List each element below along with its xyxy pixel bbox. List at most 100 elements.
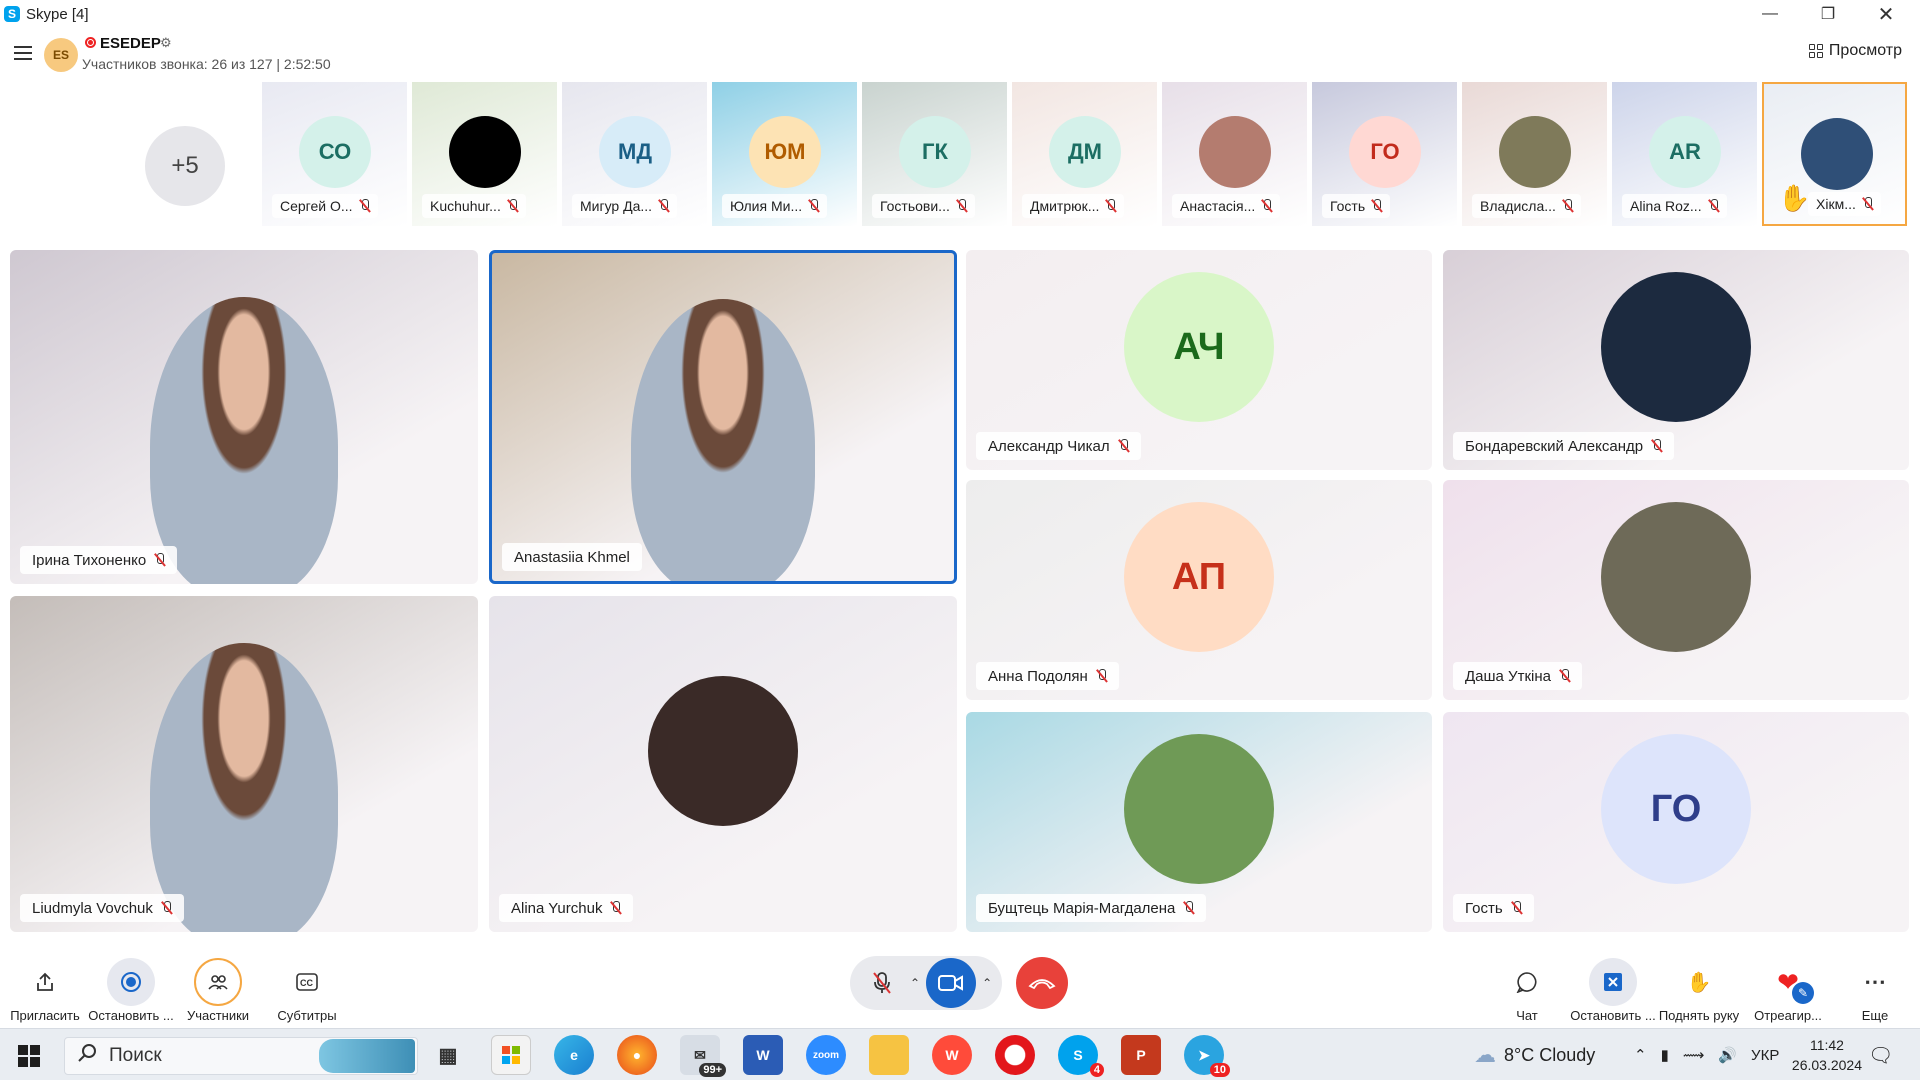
zoom-icon[interactable]: zoom xyxy=(806,1035,846,1075)
people-icon xyxy=(194,958,242,1006)
clock[interactable]: 11:42 26.03.2024 xyxy=(1792,1035,1862,1075)
weather-widget[interactable]: ☁ 8°C Cloudy xyxy=(1474,1029,1595,1081)
recording-icon xyxy=(85,37,96,48)
end-call-button[interactable] xyxy=(1016,957,1069,1009)
language-indicator[interactable]: УКР xyxy=(1751,1047,1779,1064)
chat-button[interactable]: Чат xyxy=(1482,944,1572,1028)
participant-tile[interactable]: АЧ Александр Чикал xyxy=(966,250,1432,470)
gear-icon[interactable]: ⚙ xyxy=(160,35,172,51)
participant-name: Бущтець Марія-Магдалена xyxy=(988,899,1176,917)
participant-name: Мигур Да... xyxy=(580,198,653,214)
tile-name-label: Даша Уткіна xyxy=(1453,662,1582,690)
participant-video-tile[interactable]: Anastasiia Khmel xyxy=(489,250,957,584)
participant-thumb[interactable]: МД Мигур Да... xyxy=(562,82,707,226)
participant-thumb[interactable]: ГК Гостьови... xyxy=(862,82,1007,226)
participant-name: Дмитрюк... xyxy=(1030,198,1100,214)
skype-taskbar-icon[interactable]: S4 xyxy=(1058,1035,1104,1077)
participant-thumb[interactable]: AR Alina Roz... xyxy=(1612,82,1757,226)
participant-thumb[interactable]: ГО Гость xyxy=(1312,82,1457,226)
stop-share-icon xyxy=(1589,958,1637,1006)
tile-name-label: Бондаревский Александр xyxy=(1453,432,1675,460)
participant-video-tile[interactable]: Ірина Тихоненко xyxy=(10,250,478,584)
volume-icon[interactable]: 🔊 xyxy=(1718,1046,1737,1064)
mail-icon[interactable]: ✉ 99+ xyxy=(680,1035,726,1077)
invite-button[interactable]: Пригласить xyxy=(0,944,90,1028)
stop-sharing-button[interactable]: Остановить ... xyxy=(1568,944,1658,1028)
powerpoint-icon[interactable]: P xyxy=(1121,1035,1161,1075)
participant-tile[interactable]: АП Анна Подолян xyxy=(966,480,1432,700)
participant-tile[interactable]: Даша Уткіна xyxy=(1443,480,1909,700)
participant-tile[interactable]: Alina Yurchuk xyxy=(489,596,957,932)
camera-options-chevron-icon[interactable]: ⌃ xyxy=(982,976,992,990)
participant-name: Юлия Ми... xyxy=(730,198,803,214)
participant-name: Анастасія... xyxy=(1180,198,1256,214)
mic-off-icon xyxy=(873,972,891,994)
participant-thumb[interactable]: Kuchuhur... xyxy=(412,82,557,226)
taskbar-search[interactable]: Поиск xyxy=(64,1037,418,1075)
participant-name-label: Юлия Ми... xyxy=(722,194,828,218)
maximize-button[interactable]: ❐ xyxy=(1800,0,1856,28)
menu-icon[interactable] xyxy=(14,46,32,60)
clock-time: 11:42 xyxy=(1809,1037,1844,1053)
mic-muted-icon xyxy=(359,199,370,213)
invite-label: Пригласить xyxy=(10,1008,80,1023)
participant-thumb[interactable]: ЮМ Юлия Ми... xyxy=(712,82,857,226)
participant-tile[interactable]: Бондаревский Александр xyxy=(1443,250,1909,470)
mic-options-chevron-icon[interactable]: ⌃ xyxy=(910,976,920,990)
participant-thumb[interactable]: СО Сергей О... xyxy=(262,82,407,226)
participant-avatar xyxy=(1499,116,1571,188)
group-name[interactable]: ESEDEP xyxy=(100,35,161,52)
participant-tile[interactable]: ГО Гость xyxy=(1443,712,1909,932)
stop-recording-button[interactable]: Остановить ... xyxy=(86,944,176,1028)
hang-up-icon xyxy=(1028,979,1056,990)
react-button[interactable]: ❤ ✎ Отреагир... xyxy=(1743,944,1833,1028)
participant-thumb[interactable]: Анастасія... xyxy=(1162,82,1307,226)
participant-video-tile[interactable]: Liudmyla Vovchuk xyxy=(10,596,478,932)
call-toolbar: Пригласить Остановить ... Участники CC С… xyxy=(0,944,1920,1028)
close-button[interactable]: ✕ xyxy=(1858,0,1914,28)
windows-taskbar: Поиск ▦ e ● ✉ 99+ W zoom W S4 P ➤ 10 ☁ 8°C… xyxy=(0,1028,1920,1080)
tray-chevron-icon[interactable]: ⌃ xyxy=(1634,1046,1647,1064)
firefox-icon[interactable]: ● xyxy=(617,1035,657,1075)
word-icon[interactable]: W xyxy=(743,1035,783,1075)
participant-thumb[interactable]: Владисла... xyxy=(1462,82,1607,226)
participants-button[interactable]: Участники xyxy=(173,944,263,1028)
more-participants-button[interactable]: +5 xyxy=(145,126,225,206)
windows-start-icon[interactable] xyxy=(18,1045,40,1067)
group-avatar[interactable]: ES xyxy=(44,38,78,72)
wifi-icon[interactable]: ⟿ xyxy=(1683,1046,1705,1064)
task-view-icon[interactable]: ▦ xyxy=(428,1035,468,1075)
view-button[interactable]: Просмотр xyxy=(1808,42,1902,60)
tile-name-label: Гость xyxy=(1453,894,1534,922)
cloud-icon: ☁ xyxy=(1474,1042,1496,1067)
mute-toggle[interactable] xyxy=(860,961,904,1005)
mic-muted-icon xyxy=(1183,901,1194,915)
mic-muted-icon xyxy=(1511,901,1522,915)
mic-muted-icon xyxy=(1559,669,1570,683)
initials-avatar: ГО xyxy=(1601,734,1751,884)
participant-thumb[interactable]: ✋ Хікм... xyxy=(1762,82,1907,226)
battery-icon[interactable]: ▮ xyxy=(1661,1046,1669,1064)
minimize-button[interactable]: — xyxy=(1742,0,1798,28)
mail-badge: 99+ xyxy=(699,1063,726,1077)
telegram-icon[interactable]: ➤ 10 xyxy=(1184,1035,1230,1077)
participant-thumb[interactable]: ДМ Дмитрюк... xyxy=(1012,82,1157,226)
edge-icon[interactable]: e xyxy=(554,1035,594,1075)
share-icon xyxy=(21,958,69,1006)
camera-toggle[interactable] xyxy=(926,958,977,1008)
store-icon[interactable] xyxy=(491,1035,531,1075)
opera-icon[interactable] xyxy=(995,1035,1035,1075)
notifications-icon[interactable]: 🗨 xyxy=(1868,1029,1893,1081)
participants-label: Участники xyxy=(186,1008,250,1023)
heart-icon: ❤ ✎ xyxy=(1764,958,1814,1006)
more-options-button[interactable]: ⋯ Еще xyxy=(1830,944,1920,1028)
subtitles-button[interactable]: CC Субтитры xyxy=(262,944,352,1028)
raise-hand-button[interactable]: ✋ Поднять руку xyxy=(1654,944,1744,1028)
wps-icon[interactable]: W xyxy=(932,1035,972,1075)
participant-name: Alina Roz... xyxy=(1630,198,1702,214)
participant-name: Ірина Тихоненко xyxy=(32,551,147,569)
participant-name: Хікм... xyxy=(1816,196,1856,212)
more-dots-icon: ⋯ xyxy=(1864,969,1886,994)
file-explorer-icon[interactable] xyxy=(869,1035,909,1075)
participant-tile[interactable]: Бущтець Марія-Магдалена xyxy=(966,712,1432,932)
